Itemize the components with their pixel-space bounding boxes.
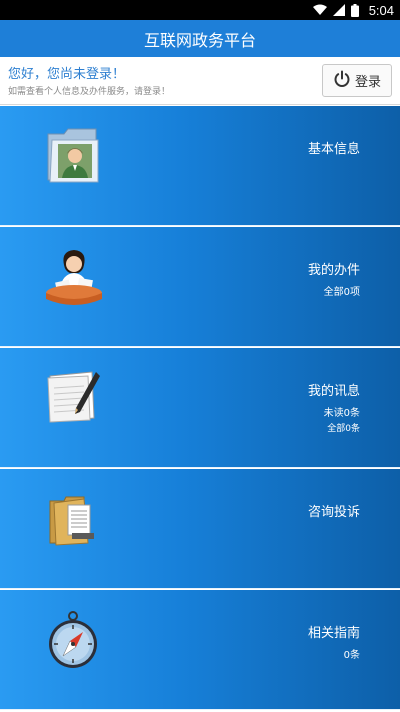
document-folder-icon — [44, 487, 102, 549]
status-bar: 5:04 — [0, 0, 400, 20]
compass-icon — [44, 608, 102, 670]
menu-item-guides[interactable]: 相关指南 0条 — [0, 590, 400, 710]
power-icon — [333, 70, 351, 92]
office-worker-icon — [44, 245, 102, 307]
login-button-label: 登录 — [354, 75, 381, 90]
signal-icon — [332, 4, 345, 16]
menu-item-title: 相关指南 — [307, 626, 360, 641]
login-greeting: 您好，您尚未登录！ — [8, 67, 126, 82]
user-folder-icon — [44, 124, 102, 186]
battery-icon — [350, 3, 359, 17]
menu-item-title: 我的讯息 — [307, 384, 360, 399]
menu-item-my-messages[interactable]: 我的讯息 未读0条 全部0条 — [0, 348, 400, 468]
menu-item-unread-count: 未读0条 — [323, 408, 360, 419]
notepad-pen-icon — [44, 366, 102, 428]
menu-item-consult-complaint[interactable]: 咨询投诉 — [0, 469, 400, 589]
login-button[interactable]: 登录 — [322, 64, 392, 97]
menu-item-title: 我的办件 — [307, 263, 360, 278]
menu-item-my-affairs[interactable]: 我的办件 全部0项 — [0, 227, 400, 347]
menu-item-title: 咨询投诉 — [307, 505, 360, 520]
page-title: 互联网政务平台 — [143, 30, 256, 50]
status-time: 5:04 — [368, 2, 394, 18]
wifi-icon — [312, 4, 327, 16]
app-bar: 互联网政务平台 — [0, 20, 400, 57]
menu-item-basic-info[interactable]: 基本信息 — [0, 106, 400, 226]
menu-item-total-count: 全部0条 — [327, 424, 360, 434]
menu-item-title: 基本信息 — [307, 142, 360, 157]
login-bar: 您好，您尚未登录！ 如需查看个人信息及办件服务，请登录！ 登录 — [0, 57, 400, 105]
menu-item-count: 0条 — [343, 650, 360, 661]
menu-list: 基本信息 我的办件 全部0项 我的讯息 未读0条 全部0条 咨询投诉 相关指南 … — [0, 106, 400, 712]
menu-item-count: 全部0项 — [323, 287, 360, 298]
login-hint: 如需查看个人信息及办件服务，请登录！ — [8, 87, 171, 97]
